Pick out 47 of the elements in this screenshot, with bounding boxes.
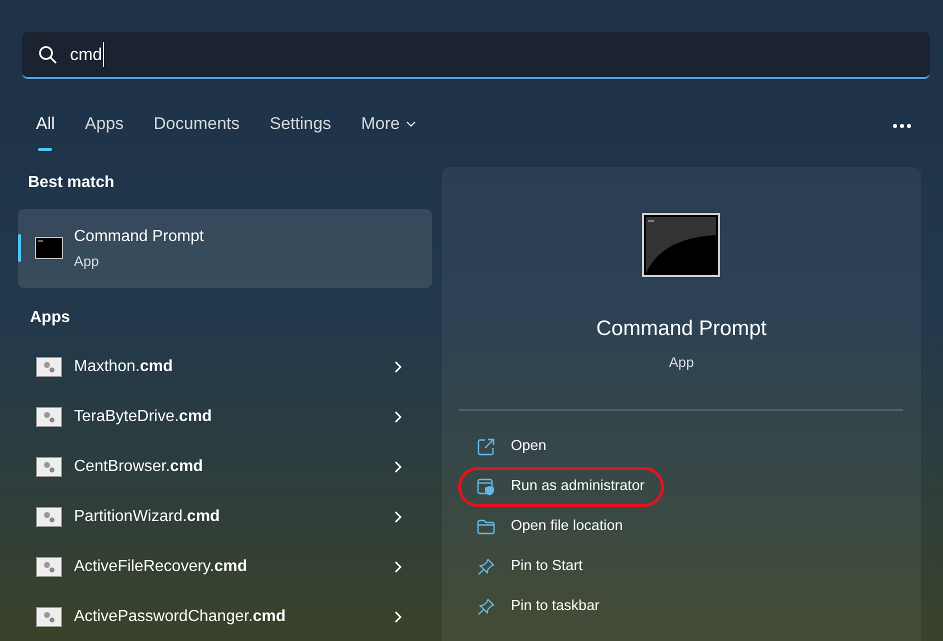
app-result[interactable]: ActivePasswordChanger.cmd (74, 604, 286, 628)
search-field[interactable]: cmd (22, 32, 930, 79)
chevron-right-icon[interactable] (394, 560, 402, 572)
script-file-icon (36, 456, 62, 476)
result-type: App (74, 252, 100, 271)
chevron-right-icon[interactable] (394, 510, 402, 522)
script-file-icon (36, 606, 62, 626)
folder-icon (476, 519, 495, 535)
filter-tab[interactable]: Settings (270, 109, 332, 150)
app-result[interactable]: Maxthon.cmd (74, 354, 173, 378)
context-action[interactable]: Open file location (458, 507, 664, 547)
app-result[interactable]: CentBrowser.cmd (74, 454, 203, 478)
filter-tab[interactable]: Documents (154, 109, 240, 150)
filter-tab[interactable]: All (36, 109, 55, 150)
script-file-icon (36, 356, 62, 376)
section-heading: Best match (28, 172, 116, 192)
search-input[interactable]: cmd (70, 42, 104, 68)
pin-icon (476, 598, 495, 616)
chevron-right-icon[interactable] (394, 610, 402, 622)
context-action[interactable]: Open (458, 427, 664, 467)
search-icon (38, 44, 58, 64)
external-link-icon (476, 438, 495, 456)
chevron-right-icon[interactable] (394, 410, 402, 422)
script-file-icon (36, 506, 62, 526)
terminal-icon (35, 237, 63, 259)
window-shield-icon (476, 478, 495, 496)
best-match-item[interactable]: Command Prompt App (18, 208, 432, 288)
context-action[interactable]: Run as administrator (458, 467, 664, 507)
terminal-icon (642, 212, 720, 276)
filter-tab[interactable]: Apps (84, 109, 124, 150)
chevron-right-icon[interactable] (394, 460, 402, 472)
result-title: Command Prompt (74, 226, 204, 246)
context-action[interactable]: Pin to Start (458, 547, 664, 587)
pin-icon (476, 558, 495, 576)
app-result[interactable]: TeraByteDrive.cmd (74, 404, 212, 428)
app-result[interactable]: ActiveFileRecovery.cmd (74, 554, 248, 578)
context-action[interactable]: Pin to taskbar (458, 587, 664, 627)
app-result[interactable]: PartitionWizard.cmd (74, 504, 220, 528)
chevron-right-icon[interactable] (394, 360, 402, 372)
app-title: Command Prompt (596, 316, 767, 342)
filter-tab[interactable]: More (361, 109, 416, 150)
script-file-icon (36, 556, 62, 576)
chevron-down-icon (406, 120, 416, 127)
app-type: App (668, 353, 694, 372)
section-heading: Apps (30, 308, 71, 328)
more-options-icon[interactable] (893, 124, 911, 128)
script-file-icon (36, 406, 62, 426)
